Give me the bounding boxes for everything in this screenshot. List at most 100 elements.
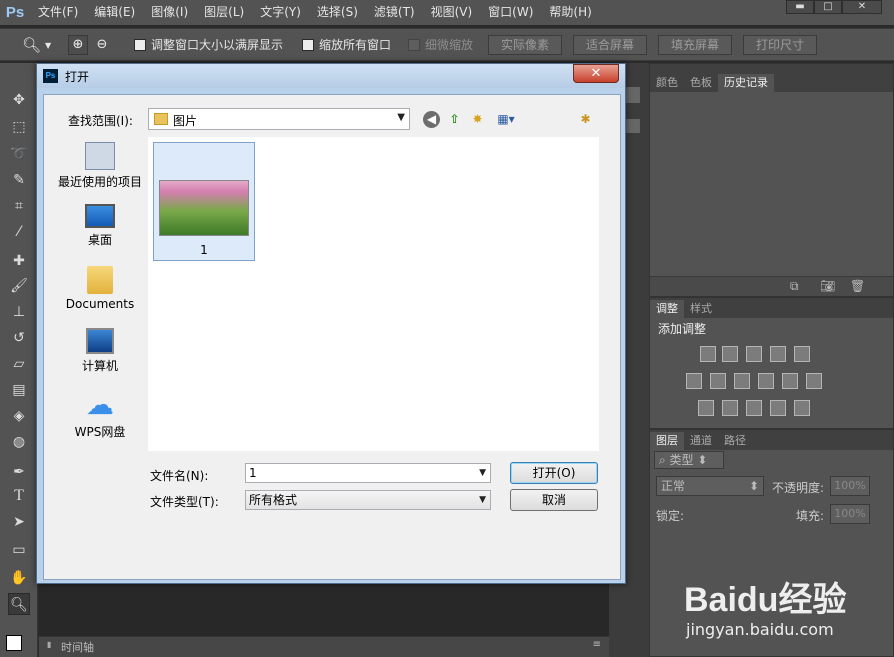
eraser-tool-icon[interactable]: ▱: [8, 353, 30, 375]
zoom-tool-icon[interactable]: 🔍︎: [8, 593, 30, 615]
menu-window[interactable]: 窗口(W): [480, 0, 541, 25]
exposure-icon[interactable]: [770, 346, 786, 362]
place-documents[interactable]: Documents: [54, 266, 146, 311]
history-brush-tool-icon[interactable]: ↺: [8, 327, 30, 349]
dodge-tool-icon[interactable]: ◍: [8, 431, 30, 453]
maximize-button[interactable]: □: [814, 0, 842, 14]
zoom-all-option[interactable]: 缩放所有窗口: [302, 36, 391, 53]
view-menu-icon[interactable]: ▦▾: [492, 111, 520, 128]
trash-icon[interactable]: 🗑︎: [850, 279, 865, 293]
invert-icon[interactable]: [698, 400, 714, 416]
channel-mixer-icon[interactable]: [782, 373, 798, 389]
panel-menu-icon[interactable]: ≡: [593, 639, 601, 650]
brush-tool-icon[interactable]: 🖌︎: [8, 275, 30, 297]
zoom-all-checkbox[interactable]: [302, 38, 314, 51]
threshold-icon[interactable]: [746, 400, 762, 416]
place-wps-cloud[interactable]: ☁ WPS网盘: [54, 390, 146, 440]
chevron-down-icon[interactable]: ▼: [479, 464, 486, 482]
zoom-in-icon[interactable]: ⊕: [68, 35, 88, 55]
tab-channels[interactable]: 通道: [684, 432, 718, 450]
gradient-tool-icon[interactable]: ▤: [8, 379, 30, 401]
menu-filter[interactable]: 滤镜(T): [366, 0, 423, 25]
foreground-color-swatch[interactable]: [6, 635, 22, 651]
up-folder-icon[interactable]: ⇧: [446, 111, 463, 128]
photo-filter-icon[interactable]: [758, 373, 774, 389]
tab-history[interactable]: 历史记录: [718, 74, 774, 92]
tab-color[interactable]: 颜色: [650, 74, 684, 92]
tab-layers[interactable]: 图层: [650, 432, 684, 450]
pen-tool-icon[interactable]: ✒: [8, 461, 30, 483]
tab-styles[interactable]: 样式: [684, 300, 718, 318]
menu-image[interactable]: 图像(I): [143, 0, 196, 25]
close-button[interactable]: ✕: [842, 0, 882, 14]
blend-mode-select[interactable]: 正常 ⬍: [656, 476, 764, 496]
resize-windows-option[interactable]: 调整窗口大小以满屏显示: [134, 36, 283, 53]
open-button[interactable]: 打开(O): [510, 462, 598, 484]
folder-star-icon[interactable]: ✱: [577, 111, 594, 128]
healing-brush-tool-icon[interactable]: ✚: [8, 250, 30, 272]
file-item[interactable]: 1: [153, 142, 255, 261]
hand-tool-icon[interactable]: ✋: [8, 567, 30, 589]
zoom-out-icon[interactable]: ⊖: [92, 35, 112, 55]
lasso-tool-icon[interactable]: ➰: [8, 143, 30, 165]
vibrance-icon[interactable]: [794, 346, 810, 362]
curves-icon[interactable]: [746, 346, 762, 362]
resize-windows-checkbox[interactable]: [134, 38, 146, 51]
levels-icon[interactable]: [722, 346, 738, 362]
dock-icon[interactable]: [626, 87, 640, 103]
selective-color-icon[interactable]: [794, 400, 810, 416]
fill-input[interactable]: 100%: [830, 504, 870, 524]
minimize-button[interactable]: ▬: [786, 0, 814, 14]
zoom-tool-icon[interactable]: 🔍︎ ▼: [22, 36, 51, 54]
menu-view[interactable]: 视图(V): [423, 0, 481, 25]
opacity-input[interactable]: 100%: [830, 476, 870, 496]
quick-select-tool-icon[interactable]: ✎: [8, 169, 30, 191]
blur-tool-icon[interactable]: ◈: [8, 405, 30, 427]
new-snapshot-icon[interactable]: ⧉: [790, 279, 799, 294]
tab-swatches[interactable]: 色板: [684, 74, 718, 92]
chevron-down-icon[interactable]: ▼: [479, 491, 486, 509]
move-tool-icon[interactable]: ✥: [8, 89, 30, 111]
color-lookup-icon[interactable]: [806, 373, 822, 389]
place-computer[interactable]: 计算机: [54, 328, 146, 374]
black-white-icon[interactable]: [734, 373, 750, 389]
tab-adjustments[interactable]: 调整: [650, 300, 684, 318]
crop-tool-icon[interactable]: ⌗: [8, 195, 30, 217]
dialog-close-button[interactable]: ✕: [573, 64, 619, 83]
actual-pixels-button[interactable]: 实际像素: [488, 35, 562, 55]
brightness-icon[interactable]: [700, 346, 716, 362]
clone-stamp-tool-icon[interactable]: ⊥: [8, 301, 30, 323]
print-size-button[interactable]: 打印尺寸: [743, 35, 817, 55]
camera-icon[interactable]: 📷︎: [820, 279, 835, 293]
menu-layer[interactable]: 图层(L): [196, 0, 252, 25]
shape-tool-icon[interactable]: ▭: [8, 539, 30, 561]
filetype-select[interactable]: 所有格式 ▼: [245, 490, 491, 510]
back-icon[interactable]: ◀: [423, 111, 440, 128]
layer-filter-select[interactable]: ⌕ 类型 ⬍: [654, 451, 724, 469]
hue-saturation-icon[interactable]: [686, 373, 702, 389]
place-desktop[interactable]: 桌面: [54, 204, 146, 248]
type-tool-icon[interactable]: T: [8, 485, 30, 507]
fit-screen-button[interactable]: 适合屏幕: [573, 35, 647, 55]
cancel-button[interactable]: 取消: [510, 489, 598, 511]
fill-screen-button[interactable]: 填充屏幕: [658, 35, 732, 55]
posterize-icon[interactable]: [722, 400, 738, 416]
menu-edit[interactable]: 编辑(E): [86, 0, 143, 25]
eyedropper-tool-icon[interactable]: ⁄: [8, 221, 30, 243]
place-recent[interactable]: 最近使用的项目: [54, 142, 146, 190]
marquee-tool-icon[interactable]: ⬚: [8, 116, 30, 138]
panel-collapse-icon[interactable]: ▮: [47, 640, 51, 649]
menu-type[interactable]: 文字(Y): [252, 0, 309, 25]
gradient-map-icon[interactable]: [770, 400, 786, 416]
dock-icon[interactable]: [626, 119, 640, 133]
path-select-tool-icon[interactable]: ➤: [8, 511, 30, 533]
menu-select[interactable]: 选择(S): [309, 0, 366, 25]
dialog-titlebar[interactable]: Ps 打开 ✕: [37, 64, 625, 88]
new-folder-icon[interactable]: ✸: [469, 111, 486, 128]
tab-paths[interactable]: 路径: [718, 432, 752, 450]
filename-input[interactable]: 1 ▼: [245, 463, 491, 483]
look-in-select[interactable]: 图片 ▼: [148, 108, 410, 130]
color-balance-icon[interactable]: [710, 373, 726, 389]
timeline-tab[interactable]: 时间轴: [61, 639, 94, 655]
menu-help[interactable]: 帮助(H): [541, 0, 599, 25]
